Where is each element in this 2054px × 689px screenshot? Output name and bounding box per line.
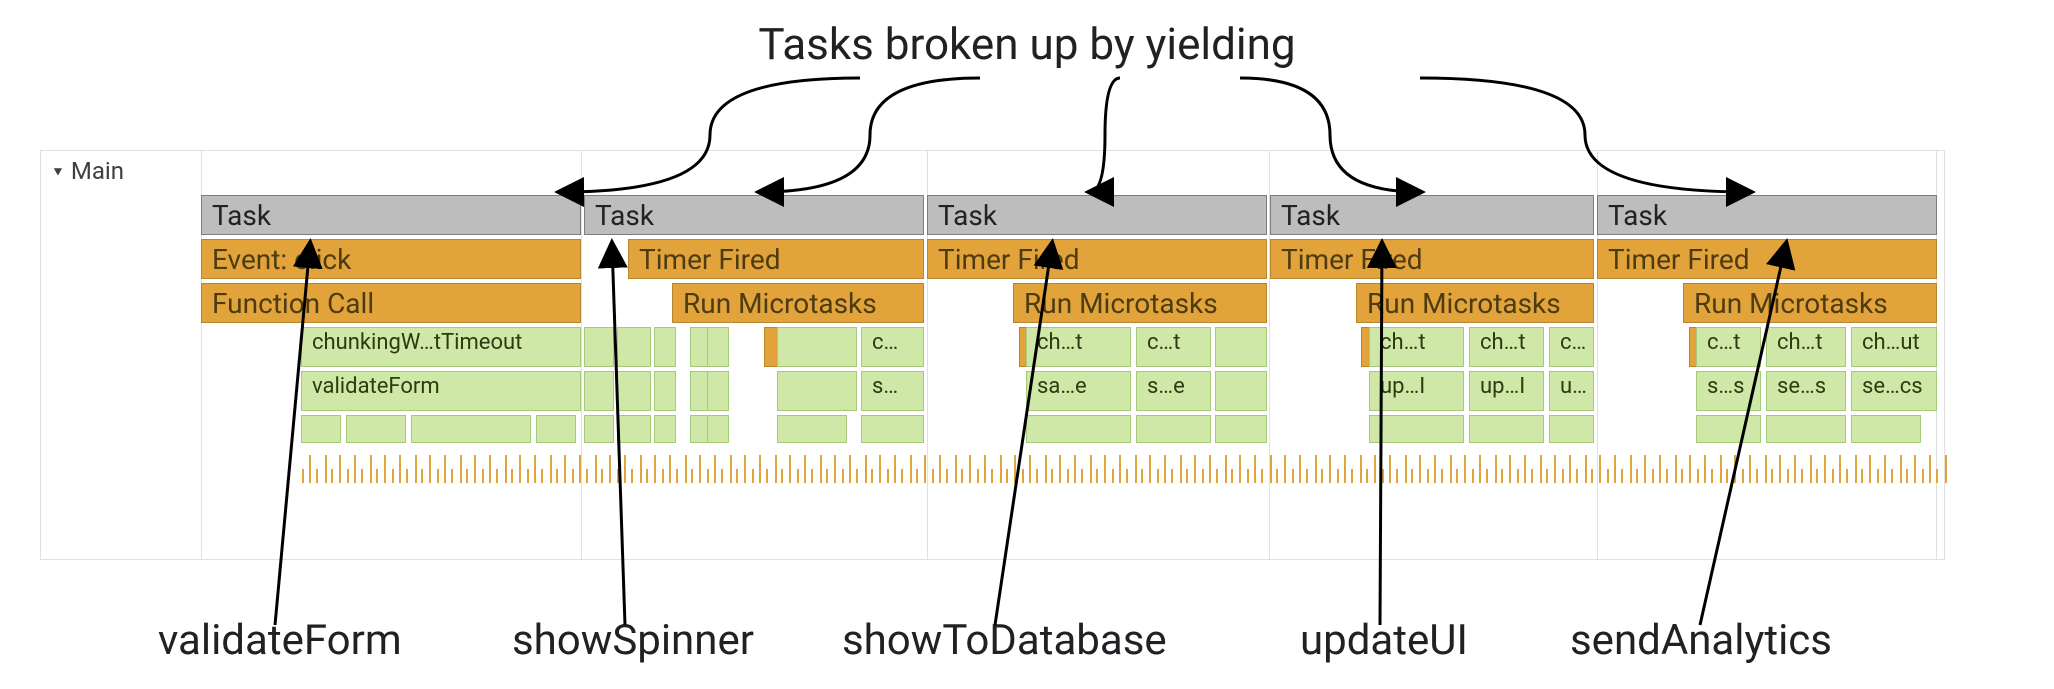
flame-block[interactable] (536, 415, 576, 443)
flame-block[interactable]: s…e (1136, 371, 1211, 411)
flame-block[interactable] (707, 371, 729, 411)
flame-block[interactable] (777, 371, 857, 411)
flame-block[interactable]: ch…t (1469, 327, 1544, 367)
flame-block[interactable] (654, 327, 676, 367)
flame-block[interactable] (1369, 415, 1464, 443)
flame-block[interactable]: sa…e (1026, 371, 1131, 411)
flame-block[interactable] (654, 371, 676, 411)
small-row (301, 415, 1936, 445)
flame-block[interactable] (1026, 415, 1131, 443)
flame-block[interactable] (1215, 371, 1267, 411)
flame-block[interactable] (411, 415, 531, 443)
flame-block[interactable] (584, 371, 614, 411)
diagram-title: Tasks broken up by yielding (0, 18, 2054, 70)
flame-block[interactable] (617, 327, 651, 367)
flame-block[interactable] (861, 415, 924, 443)
thread-label[interactable]: ▼ Main (41, 151, 181, 191)
flame-block[interactable]: Run Microtasks (1356, 283, 1594, 323)
annotation-label: updateUI (1300, 616, 1468, 665)
flame-block[interactable]: c…t (1696, 327, 1761, 367)
flame-block[interactable]: Function Call (201, 283, 581, 323)
flame-block[interactable] (654, 415, 676, 443)
flame-block[interactable]: chunkingW…tTimeout (301, 327, 581, 367)
flame-block[interactable] (1549, 415, 1594, 443)
flame-block[interactable]: Task (1270, 195, 1594, 235)
flame-block[interactable]: Run Microtasks (672, 283, 924, 323)
flame-block[interactable]: Run Microtasks (1683, 283, 1937, 323)
tasks-row: TaskTaskTaskTaskTask (201, 195, 1936, 237)
work-row: validateForms…sa…es…eup…Iup…Iu…Is…sse…ss… (301, 371, 1936, 413)
ticks-row (301, 455, 1936, 495)
annotation-label: showSpinner (512, 616, 754, 665)
annotation-label: validateForm (158, 616, 402, 665)
flame-block[interactable]: c… (861, 327, 924, 367)
flame-block[interactable] (1851, 415, 1921, 443)
flame-block[interactable] (584, 327, 614, 367)
flame-block[interactable]: ch…t (1766, 327, 1846, 367)
flame-block[interactable] (1215, 327, 1267, 367)
flame-block[interactable] (707, 327, 729, 367)
flame-block[interactable]: Task (1597, 195, 1937, 235)
flame-block[interactable]: ch…ut (1851, 327, 1937, 367)
flame-block[interactable]: u…I (1549, 371, 1594, 411)
flame-block[interactable] (617, 415, 651, 443)
flame-block[interactable] (346, 415, 406, 443)
flame-block[interactable] (707, 415, 729, 443)
flame-block[interactable]: validateForm (301, 371, 581, 411)
flame-block[interactable] (301, 415, 341, 443)
flame-block[interactable]: ch…t (1026, 327, 1131, 367)
flame-block[interactable]: up…I (1469, 371, 1544, 411)
flame-block[interactable]: Timer Fired (1597, 239, 1937, 279)
flame-block[interactable]: s…s (1696, 371, 1761, 411)
flame-block[interactable]: Timer Fired (1270, 239, 1594, 279)
flame-block[interactable] (1469, 415, 1544, 443)
flame-block[interactable] (777, 327, 857, 367)
flame-block[interactable]: se…s (1766, 371, 1846, 411)
flame-block[interactable] (584, 415, 614, 443)
flame-block[interactable] (1696, 415, 1761, 443)
annotation-label: showToDatabase (842, 616, 1167, 665)
flame-block[interactable]: Timer Fired (628, 239, 924, 279)
flame-block[interactable] (1766, 415, 1846, 443)
flame-panel: ▼ Main TaskTaskTaskTaskTask Event: click… (40, 150, 1945, 560)
chunk-row: chunkingW…tTimeoutc…ch…tc…tch…tch…tc…tc…… (301, 327, 1936, 369)
flame-block[interactable]: Timer Fired (927, 239, 1267, 279)
disclosure-triangle-icon[interactable]: ▼ (51, 163, 65, 178)
flame-block[interactable]: Task (201, 195, 581, 235)
annotation-label: sendAnalytics (1570, 616, 1832, 665)
flame-block[interactable] (777, 415, 847, 443)
flame-block[interactable]: Task (927, 195, 1267, 235)
flame-block[interactable] (1136, 415, 1211, 443)
flame-block[interactable]: Event: click (201, 239, 581, 279)
flame-block[interactable]: s… (861, 371, 924, 411)
flame-block[interactable] (617, 371, 651, 411)
thread-name: Main (71, 157, 124, 185)
flame-block[interactable]: se…cs (1851, 371, 1937, 411)
flame-block[interactable]: ch…t (1369, 327, 1464, 367)
calls-row: Function Call Run Microtasks Run Microtask… (201, 283, 1936, 325)
flame-block[interactable]: up…I (1369, 371, 1464, 411)
flame-block[interactable] (1215, 415, 1267, 443)
flame-block[interactable]: Run Microtasks (1013, 283, 1267, 323)
events-row: Event: clickTimer FiredTimer FiredTimer … (201, 239, 1936, 281)
flame-block[interactable]: c…t (1549, 327, 1594, 367)
flame-block[interactable]: c…t (1136, 327, 1211, 367)
flame-block[interactable]: Task (584, 195, 924, 235)
